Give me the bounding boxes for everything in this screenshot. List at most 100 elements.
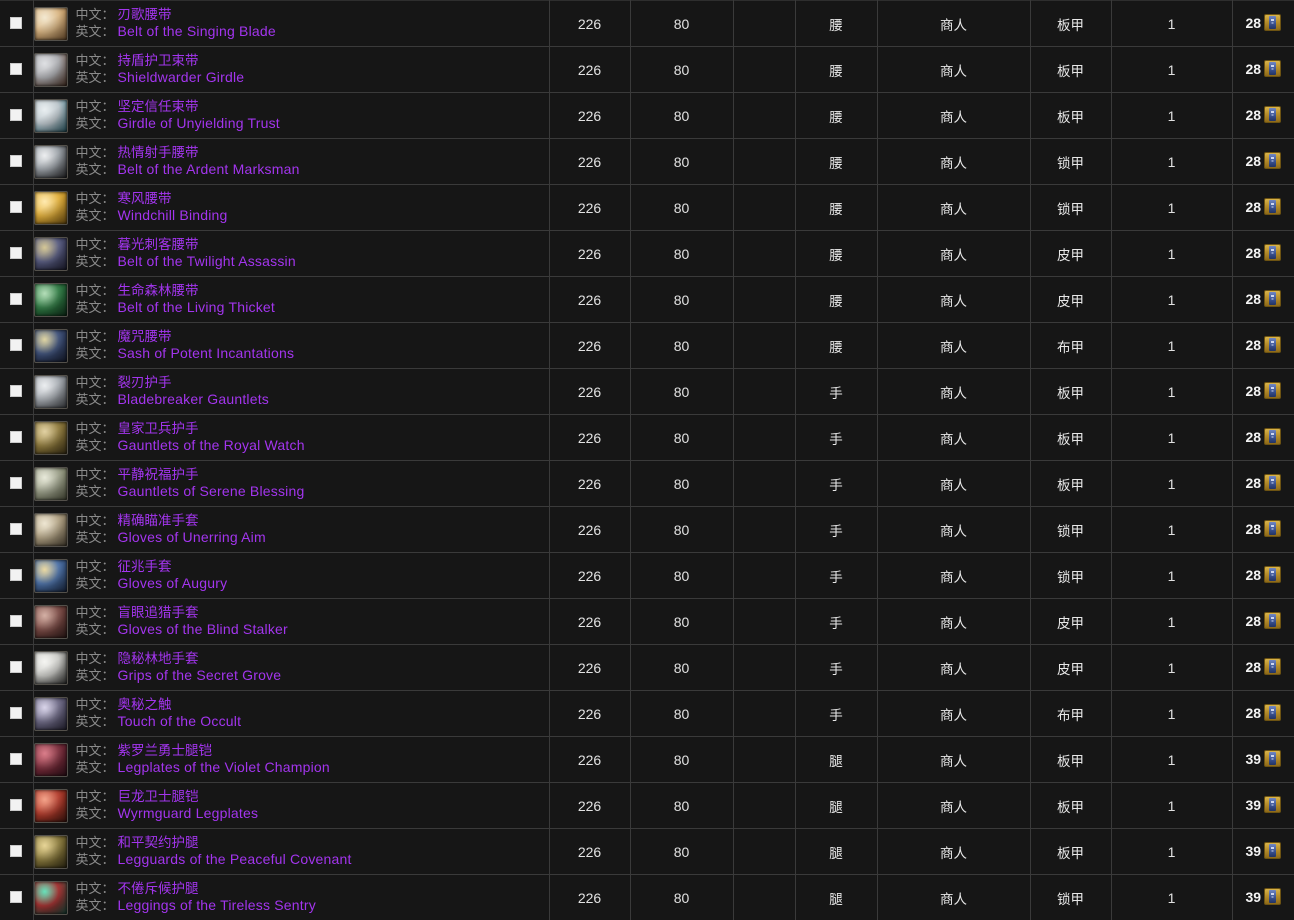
cost-cell[interactable]: 28 (1232, 645, 1294, 691)
item-name-en[interactable]: Belt of the Ardent Marksman (118, 161, 300, 177)
row-checkbox-cell[interactable] (0, 1, 33, 47)
cost-cell[interactable]: 28 (1232, 507, 1294, 553)
table-row[interactable]: 中文：生命森林腰带英文：Belt of the Living Thicket22… (0, 277, 1294, 323)
table-row[interactable]: 中文：热情射手腰带英文：Belt of the Ardent Marksman 2… (0, 139, 1294, 185)
item-name-cell[interactable]: 中文：紫罗兰勇士腿铠英文：Legplates of the Violet Cha… (33, 737, 549, 783)
item-name-zh[interactable]: 魔咒腰带 (118, 329, 172, 344)
checkbox-icon[interactable] (10, 661, 22, 673)
item-name-zh[interactable]: 精确瞄准手套 (118, 513, 199, 528)
table-row[interactable]: 中文：紫罗兰勇士腿铠英文：Legplates of the Violet Cha… (0, 737, 1294, 783)
item-name-cell[interactable]: 中文：征兆手套英文：Gloves of Augury (33, 553, 549, 599)
emblem-token-icon[interactable] (1264, 106, 1281, 123)
emblem-token-icon[interactable] (1264, 842, 1281, 859)
table-row[interactable]: 中文：精确瞄准手套英文：Gloves of Unerring Aim22680手… (0, 507, 1294, 553)
item-name-en[interactable]: Gauntlets of the Royal Watch (118, 437, 305, 453)
checkbox-icon[interactable] (10, 477, 22, 489)
item-name-en[interactable]: Belt of the Living Thicket (118, 299, 275, 315)
item-icon[interactable] (34, 99, 68, 133)
table-row[interactable]: 中文：持盾护卫束带英文：Shieldwarder Girdle22680腰商人板… (0, 47, 1294, 93)
cost-cell[interactable]: 28 (1232, 139, 1294, 185)
item-name-en[interactable]: Legplates of the Violet Champion (118, 759, 330, 775)
emblem-token-icon[interactable] (1264, 704, 1281, 721)
row-checkbox-cell[interactable] (0, 875, 33, 920)
cost-cell[interactable]: 39 (1232, 737, 1294, 783)
table-row[interactable]: 中文：裂刃护手英文：Bladebreaker Gauntlets22680手商人… (0, 369, 1294, 415)
emblem-token-icon[interactable] (1264, 152, 1281, 169)
emblem-token-icon[interactable] (1264, 198, 1281, 215)
table-row[interactable]: 中文：不倦斥候护腿英文：Leggings of the Tireless Sen… (0, 875, 1294, 920)
emblem-token-icon[interactable] (1264, 658, 1281, 675)
item-name-cell[interactable]: 中文：热情射手腰带英文：Belt of the Ardent Marksman (33, 139, 549, 185)
item-name-cell[interactable]: 中文：裂刃护手英文：Bladebreaker Gauntlets (33, 369, 549, 415)
row-checkbox-cell[interactable] (0, 323, 33, 369)
checkbox-icon[interactable] (10, 799, 22, 811)
cost-cell[interactable]: 28 (1232, 323, 1294, 369)
item-icon[interactable] (34, 145, 68, 179)
item-name-zh[interactable]: 盲眼追猎手套 (118, 605, 199, 620)
table-row[interactable]: 中文：巨龙卫士腿铠英文：Wyrmguard Legplates22680腿商人板… (0, 783, 1294, 829)
item-icon[interactable] (34, 651, 68, 685)
item-name-en[interactable]: Gloves of Augury (118, 575, 228, 591)
item-name-en[interactable]: Leggings of the Tireless Sentry (118, 897, 316, 913)
table-row[interactable]: 中文：寒风腰带英文：Windchill Binding22680腰商人锁甲128 (0, 185, 1294, 231)
item-name-cell[interactable]: 中文：皇家卫兵护手英文：Gauntlets of the Royal Watch (33, 415, 549, 461)
item-name-cell[interactable]: 中文：生命森林腰带英文：Belt of the Living Thicket (33, 277, 549, 323)
item-name-zh[interactable]: 暮光刺客腰带 (118, 237, 199, 252)
cost-cell[interactable]: 28 (1232, 1, 1294, 47)
item-name-en[interactable]: Legguards of the Peaceful Covenant (118, 851, 352, 867)
item-name-cell[interactable]: 中文：隐秘林地手套英文：Grips of the Secret Grove (33, 645, 549, 691)
item-name-cell[interactable]: 中文：坚定信任束带英文：Girdle of Unyielding Trust (33, 93, 549, 139)
item-name-zh[interactable]: 巨龙卫士腿铠 (118, 789, 199, 804)
checkbox-icon[interactable] (10, 385, 22, 397)
checkbox-icon[interactable] (10, 523, 22, 535)
cost-cell[interactable]: 28 (1232, 553, 1294, 599)
checkbox-icon[interactable] (10, 707, 22, 719)
cost-cell[interactable]: 28 (1232, 93, 1294, 139)
item-name-cell[interactable]: 中文：盲眼追猎手套英文：Gloves of the Blind Stalker (33, 599, 549, 645)
item-icon[interactable] (34, 743, 68, 777)
item-name-zh[interactable]: 紫罗兰勇士腿铠 (118, 743, 213, 758)
row-checkbox-cell[interactable] (0, 277, 33, 323)
item-name-cell[interactable]: 中文：魔咒腰带英文：Sash of Potent Incantations (33, 323, 549, 369)
item-icon[interactable] (34, 789, 68, 823)
row-checkbox-cell[interactable] (0, 783, 33, 829)
row-checkbox-cell[interactable] (0, 737, 33, 783)
item-name-zh[interactable]: 征兆手套 (118, 559, 172, 574)
item-name-en[interactable]: Wyrmguard Legplates (118, 805, 259, 821)
table-row[interactable]: 中文：魔咒腰带英文：Sash of Potent Incantations226… (0, 323, 1294, 369)
item-name-en[interactable]: Touch of the Occult (118, 713, 242, 729)
row-checkbox-cell[interactable] (0, 461, 33, 507)
item-icon[interactable] (34, 237, 68, 271)
cost-cell[interactable]: 28 (1232, 691, 1294, 737)
cost-cell[interactable]: 28 (1232, 185, 1294, 231)
item-icon[interactable] (34, 7, 68, 41)
item-name-zh[interactable]: 持盾护卫束带 (118, 53, 199, 68)
item-name-en[interactable]: Grips of the Secret Grove (118, 667, 282, 683)
item-name-en[interactable]: Belt of the Twilight Assassin (118, 253, 296, 269)
cost-cell[interactable]: 28 (1232, 277, 1294, 323)
item-name-zh[interactable]: 和平契约护腿 (118, 835, 199, 850)
emblem-token-icon[interactable] (1264, 888, 1281, 905)
item-name-zh[interactable]: 平静祝福护手 (118, 467, 199, 482)
cost-cell[interactable]: 39 (1232, 829, 1294, 875)
table-row[interactable]: 中文：盲眼追猎手套英文：Gloves of the Blind Stalker2… (0, 599, 1294, 645)
item-icon[interactable] (34, 191, 68, 225)
row-checkbox-cell[interactable] (0, 553, 33, 599)
item-icon[interactable] (34, 605, 68, 639)
item-name-zh[interactable]: 隐秘林地手套 (118, 651, 199, 666)
row-checkbox-cell[interactable] (0, 231, 33, 277)
emblem-token-icon[interactable] (1264, 244, 1281, 261)
checkbox-icon[interactable] (10, 891, 22, 903)
row-checkbox-cell[interactable] (0, 599, 33, 645)
item-icon[interactable] (34, 697, 68, 731)
item-icon[interactable] (34, 835, 68, 869)
row-checkbox-cell[interactable] (0, 369, 33, 415)
cost-cell[interactable]: 28 (1232, 415, 1294, 461)
item-name-cell[interactable]: 中文：持盾护卫束带英文：Shieldwarder Girdle (33, 47, 549, 93)
item-name-cell[interactable]: 中文：不倦斥候护腿英文：Leggings of the Tireless Sen… (33, 875, 549, 920)
emblem-token-icon[interactable] (1264, 474, 1281, 491)
item-name-zh[interactable]: 生命森林腰带 (118, 283, 199, 298)
item-name-zh[interactable]: 刃歌腰带 (118, 7, 172, 22)
checkbox-icon[interactable] (10, 845, 22, 857)
table-row[interactable]: 中文：暮光刺客腰带英文：Belt of the Twilight Assassi… (0, 231, 1294, 277)
